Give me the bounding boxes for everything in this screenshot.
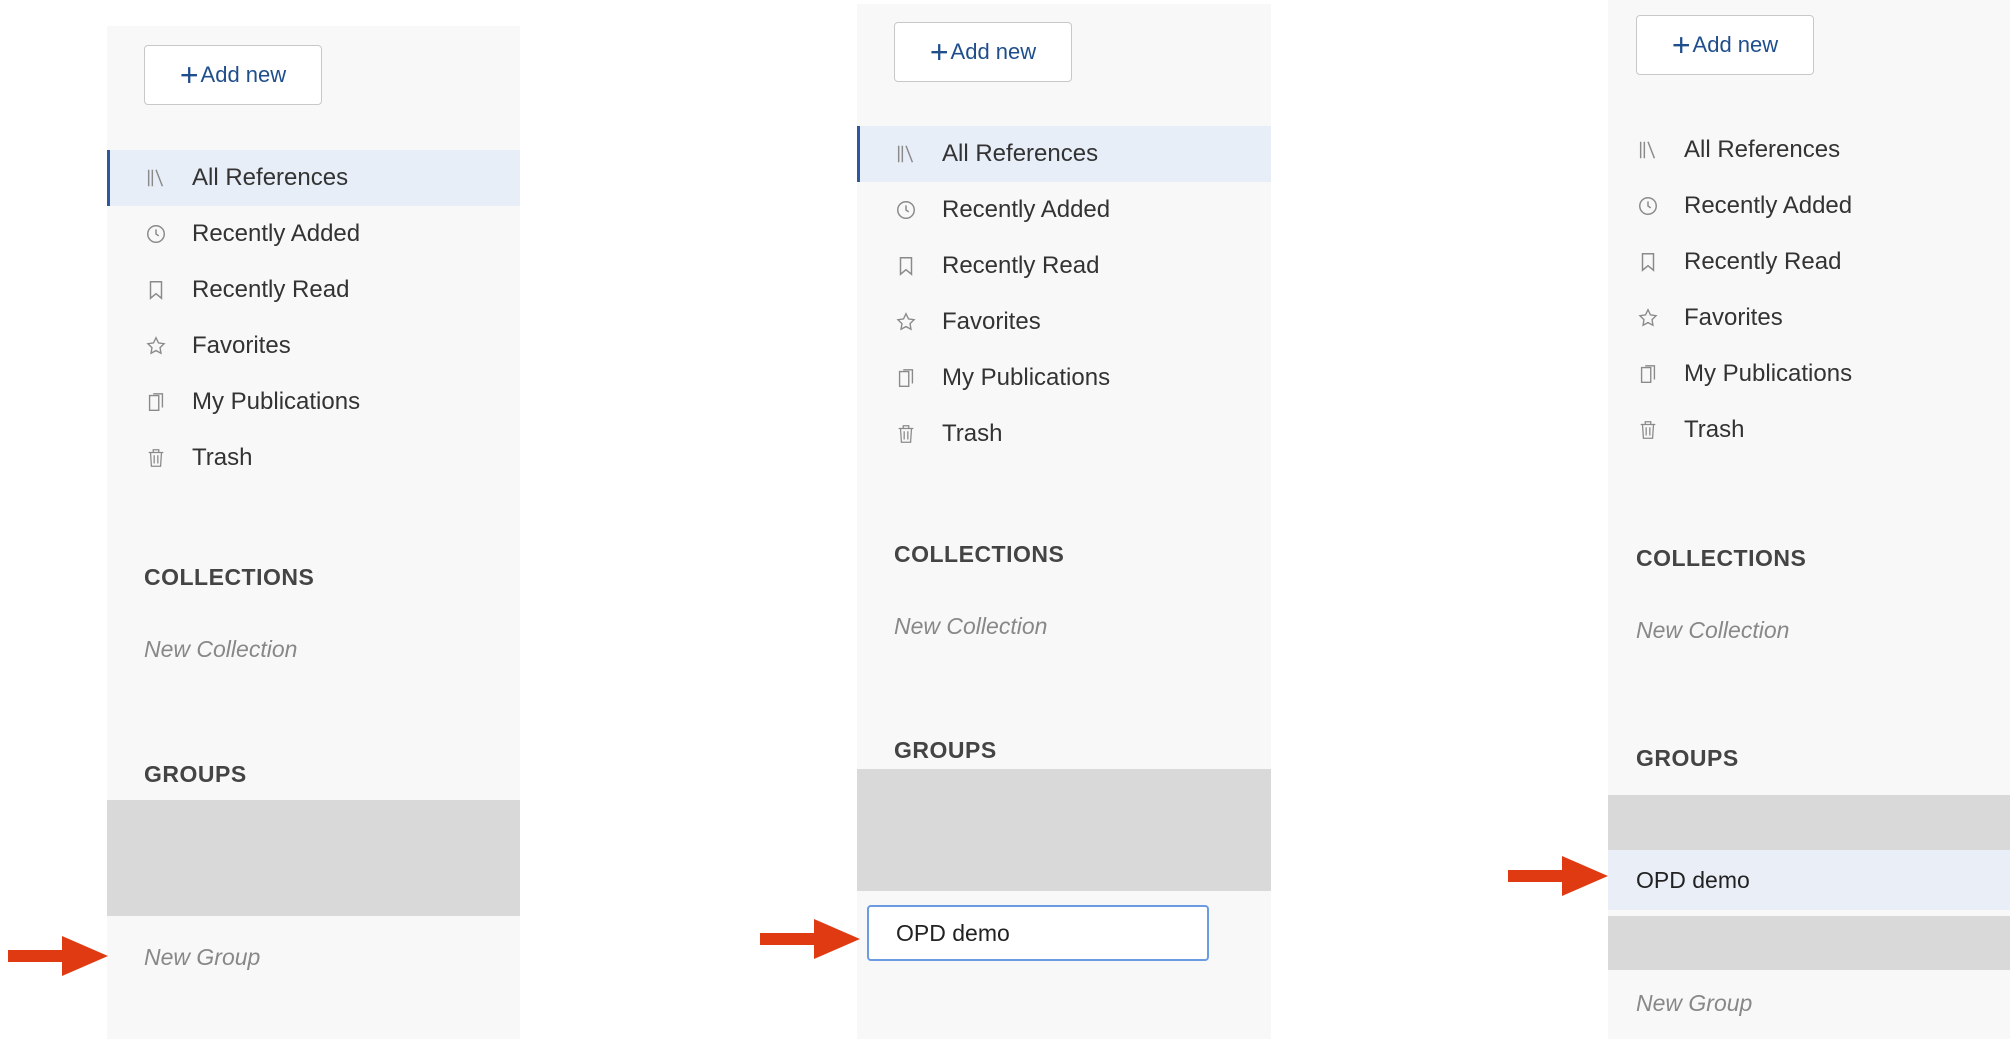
add-new-button[interactable]: + Add new — [894, 22, 1072, 82]
clock-icon — [894, 198, 918, 222]
star-icon — [144, 334, 168, 358]
nav-favorites[interactable]: Favorites — [857, 294, 1271, 350]
plus-icon: + — [179, 57, 199, 93]
nav-label: All References — [1684, 136, 1841, 163]
nav-label: Recently Added — [192, 220, 361, 247]
nav-label: Trash — [942, 420, 1003, 447]
nav-label: Trash — [1684, 416, 1745, 443]
nav-label: Recently Read — [1684, 248, 1842, 275]
nav-label: Recently Added — [1684, 192, 1853, 219]
nav-recently-added[interactable]: Recently Added — [107, 206, 520, 262]
groups-list-area — [107, 800, 520, 916]
nav-label: My Publications — [192, 388, 361, 415]
bookmark-icon — [1636, 250, 1660, 274]
nav-recently-read[interactable]: Recently Read — [1608, 234, 2010, 290]
add-new-button[interactable]: + Add new — [144, 45, 322, 105]
new-collection-item[interactable]: New Collection — [1636, 617, 1789, 644]
publications-icon — [144, 390, 168, 414]
group-item-opd-demo[interactable]: OPD demo — [1608, 850, 2010, 910]
groups-heading: GROUPS — [894, 737, 997, 763]
sidebar-panel-step-1: + Add new All References Recently Added … — [107, 26, 520, 1039]
group-name-input[interactable] — [867, 905, 1209, 961]
nav-my-publications[interactable]: My Publications — [107, 374, 520, 430]
nav-recently-added[interactable]: Recently Added — [857, 182, 1271, 238]
nav-label: Trash — [192, 444, 253, 471]
sidebar-panel-step-3: + Add new All References Recently Added … — [1608, 0, 2010, 1039]
nav-trash[interactable]: Trash — [107, 430, 520, 486]
nav-my-publications[interactable]: My Publications — [857, 350, 1271, 406]
add-new-label: Add new — [200, 62, 287, 87]
nav-all-references[interactable]: All References — [107, 150, 520, 206]
nav-label: My Publications — [1684, 360, 1853, 387]
add-new-label: Add new — [1692, 32, 1779, 57]
nav-all-references[interactable]: All References — [1608, 122, 2010, 178]
groups-list-area — [1608, 795, 2010, 850]
nav-trash[interactable]: Trash — [857, 406, 1271, 462]
nav-label: Recently Read — [942, 252, 1100, 279]
arrow-icon — [8, 936, 108, 976]
nav-label: My Publications — [942, 364, 1111, 391]
arrow-icon — [760, 919, 860, 959]
nav-label: All References — [192, 164, 349, 191]
nav-my-publications[interactable]: My Publications — [1608, 346, 2010, 402]
add-new-button[interactable]: + Add new — [1636, 15, 1814, 75]
arrow-icon — [1508, 856, 1608, 896]
clock-icon — [144, 222, 168, 246]
clock-icon — [1636, 194, 1660, 218]
nav-label: Recently Read — [192, 276, 350, 303]
new-group-item[interactable]: New Group — [1636, 990, 1752, 1017]
collections-heading: COLLECTIONS — [1636, 545, 1807, 571]
nav-label: Favorites — [1684, 304, 1783, 331]
publications-icon — [1636, 362, 1660, 386]
nav-favorites[interactable]: Favorites — [1608, 290, 2010, 346]
star-icon — [1636, 306, 1660, 330]
nav-recently-read[interactable]: Recently Read — [857, 238, 1271, 294]
new-group-item[interactable]: New Group — [144, 944, 260, 971]
library-nav: All References Recently Added Recently R… — [1608, 122, 2010, 458]
trash-icon — [144, 446, 168, 470]
star-icon — [894, 310, 918, 334]
trash-icon — [894, 422, 918, 446]
library-icon — [1636, 138, 1660, 162]
groups-heading: GROUPS — [144, 761, 247, 787]
groups-list-area-lower — [1608, 916, 2010, 970]
library-nav: All References Recently Added Recently R… — [107, 150, 520, 486]
bookmark-icon — [144, 278, 168, 302]
add-new-label: Add new — [950, 39, 1037, 64]
bookmark-icon — [894, 254, 918, 278]
nav-trash[interactable]: Trash — [1608, 402, 2010, 458]
library-icon — [144, 166, 168, 190]
plus-icon: + — [929, 34, 949, 70]
sidebar-panel-step-2: + Add new All References Recently Added … — [857, 4, 1271, 1039]
nav-recently-read[interactable]: Recently Read — [107, 262, 520, 318]
new-collection-item[interactable]: New Collection — [144, 636, 297, 663]
new-collection-item[interactable]: New Collection — [894, 613, 1047, 640]
groups-list-area — [857, 769, 1271, 891]
nav-label: Favorites — [942, 308, 1041, 335]
group-item-label: OPD demo — [1636, 866, 1750, 893]
publications-icon — [894, 366, 918, 390]
nav-recently-added[interactable]: Recently Added — [1608, 178, 2010, 234]
nav-label: Favorites — [192, 332, 291, 359]
nav-all-references[interactable]: All References — [857, 126, 1271, 182]
nav-favorites[interactable]: Favorites — [107, 318, 520, 374]
collections-heading: COLLECTIONS — [144, 564, 315, 590]
library-icon — [894, 142, 918, 166]
nav-label: Recently Added — [942, 196, 1111, 223]
plus-icon: + — [1671, 27, 1691, 63]
library-nav: All References Recently Added Recently R… — [857, 126, 1271, 462]
collections-heading: COLLECTIONS — [894, 541, 1065, 567]
trash-icon — [1636, 418, 1660, 442]
nav-label: All References — [942, 140, 1099, 167]
groups-heading: GROUPS — [1636, 745, 1739, 771]
